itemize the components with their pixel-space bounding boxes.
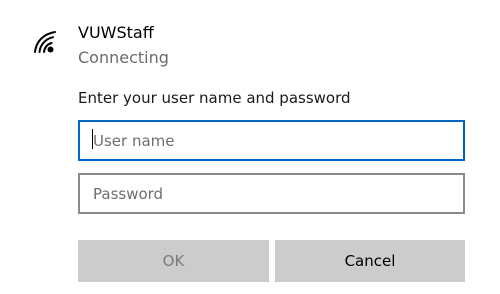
ok-button[interactable]: OK [78,240,269,282]
wifi-icon [33,30,59,54]
credentials-prompt: Enter your user name and password [78,89,351,107]
password-input[interactable] [78,173,465,214]
username-input[interactable] [78,120,465,161]
text-cursor [92,129,93,149]
network-name: VUWStaff [78,23,154,42]
network-status: Connecting [78,48,169,67]
cancel-button[interactable]: Cancel [275,240,465,282]
